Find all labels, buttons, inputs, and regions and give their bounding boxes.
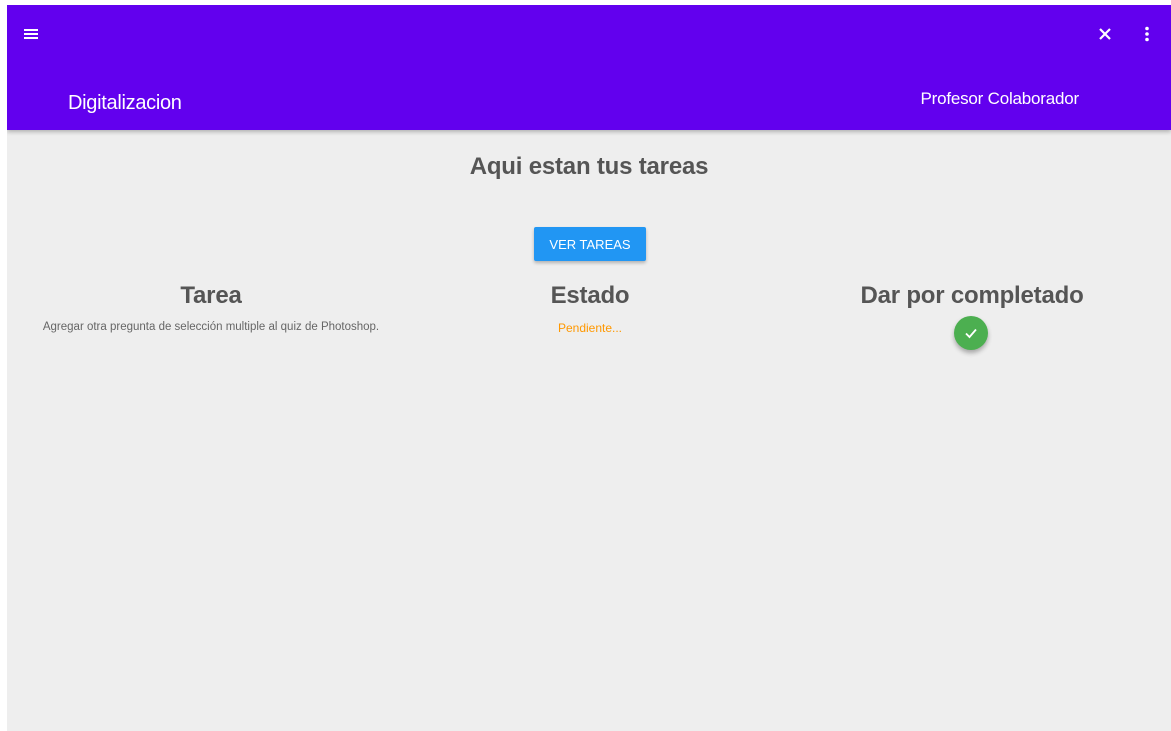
app-bar: Digitalizacion Profesor Colaborador xyxy=(7,5,1171,130)
app-title: Digitalizacion xyxy=(68,92,182,114)
task-description: Agregar otra pregunta de selección multi… xyxy=(42,321,380,333)
app-window: Digitalizacion Profesor Colaborador Aqui… xyxy=(7,5,1171,731)
menu-icon xyxy=(24,29,38,39)
estado-column: Estado Pendiente... xyxy=(439,281,741,335)
user-role: Profesor Colaborador xyxy=(920,89,1079,108)
tarea-column: Tarea Agregar otra pregunta de selección… xyxy=(7,281,415,333)
completar-header: Dar por completado xyxy=(860,282,1084,309)
completar-column: Dar por completado xyxy=(807,281,1137,311)
task-status: Pendiente... xyxy=(557,321,623,335)
estado-header: Estado xyxy=(550,282,630,309)
close-button[interactable] xyxy=(1093,22,1117,46)
ver-tareas-button[interactable]: VER TAREAS xyxy=(534,227,646,261)
page-heading: Aqui estan tus tareas xyxy=(469,153,709,180)
more-vert-icon xyxy=(1145,26,1149,42)
close-icon xyxy=(1099,28,1111,40)
tarea-header: Tarea xyxy=(180,282,242,309)
check-icon xyxy=(965,328,977,339)
more-options-button[interactable] xyxy=(1135,22,1159,46)
complete-task-button[interactable] xyxy=(954,316,988,350)
menu-button[interactable] xyxy=(19,22,43,46)
